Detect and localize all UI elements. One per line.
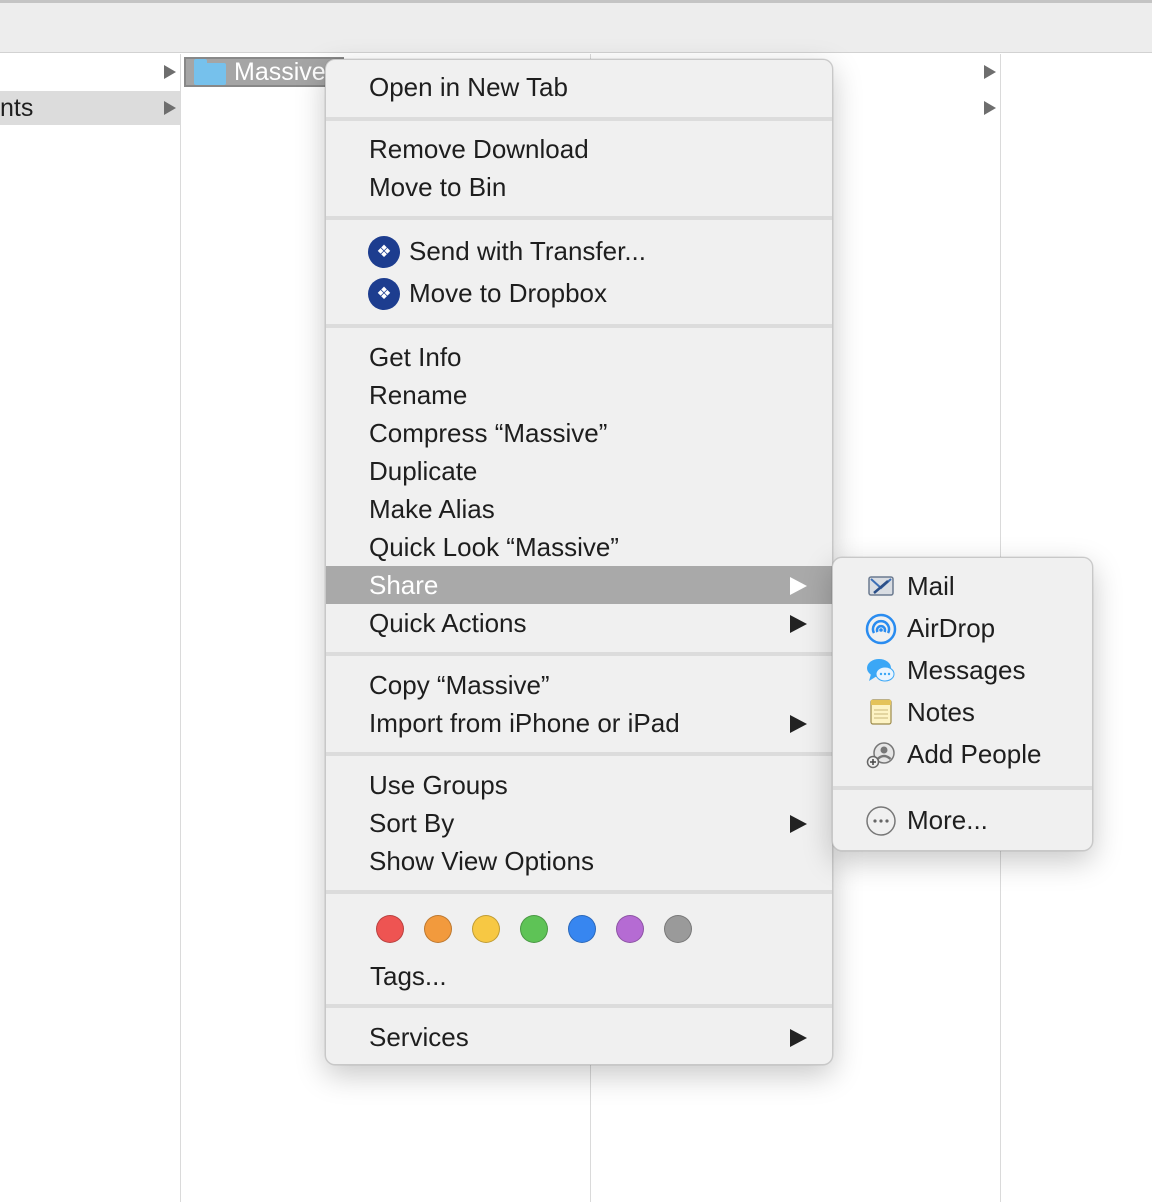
menu-item-sort-by[interactable]: Sort By: [326, 804, 832, 842]
menu-item-send-with-transfer[interactable]: ❖ Send with Transfer...: [326, 232, 832, 270]
menu-item-label: Duplicate: [369, 456, 478, 486]
disclosure-arrow-icon: [164, 65, 176, 79]
notes-icon: [865, 697, 897, 729]
finder-toolbar: [0, 0, 1152, 53]
menu-item-label: Move to Bin: [369, 172, 507, 202]
menu-item-label: Use Groups: [369, 770, 508, 800]
menu-separator: [326, 324, 832, 328]
menu-item-label: Show View Options: [369, 846, 594, 876]
menu-item-label: Tags...: [370, 961, 447, 991]
menu-item-move-to-dropbox[interactable]: ❖ Move to Dropbox: [326, 274, 832, 312]
submenu-arrow-icon: [790, 577, 807, 595]
share-item-mail[interactable]: Mail: [833, 566, 1092, 606]
menu-separator: [326, 752, 832, 756]
menu-item-label: Share: [369, 570, 439, 600]
menu-separator: [326, 652, 832, 656]
share-item-messages[interactable]: Messages: [833, 650, 1092, 690]
menu-separator: [326, 890, 832, 894]
submenu-arrow-icon: [790, 715, 807, 733]
menu-item-open-in-new-tab[interactable]: Open in New Tab: [326, 68, 832, 106]
menu-item-remove-download[interactable]: Remove Download: [326, 130, 832, 168]
tag-green[interactable]: [520, 915, 548, 943]
share-item-airdrop[interactable]: AirDrop: [833, 608, 1092, 648]
menu-item-rename[interactable]: Rename: [326, 376, 832, 414]
menu-item-label: Quick Actions: [369, 608, 527, 638]
share-item-label: More...: [907, 805, 988, 835]
menu-item-label: Rename: [369, 380, 468, 410]
mail-icon: [865, 571, 897, 603]
disclosure-arrow-icon[interactable]: [984, 101, 996, 115]
tag-yellow[interactable]: [472, 915, 500, 943]
share-item-label: Add People: [907, 739, 1042, 769]
column-row[interactable]: [0, 55, 180, 89]
menu-separator: [326, 117, 832, 121]
menu-item-services[interactable]: Services: [326, 1018, 832, 1056]
submenu-arrow-icon: [790, 1029, 807, 1047]
menu-item-show-view-options[interactable]: Show View Options: [326, 842, 832, 880]
share-item-add-people[interactable]: Add People: [833, 734, 1092, 774]
submenu-arrow-icon: [790, 815, 807, 833]
menu-item-label: Remove Download: [369, 134, 589, 164]
column-row-selected[interactable]: nts: [0, 91, 180, 125]
share-item-label: Notes: [907, 697, 975, 727]
disclosure-arrow-icon: [164, 101, 176, 115]
tag-blue[interactable]: [568, 915, 596, 943]
menu-item-move-to-bin[interactable]: Move to Bin: [326, 168, 832, 206]
menu-item-get-info[interactable]: Get Info: [326, 338, 832, 376]
menu-item-compress[interactable]: Compress “Massive”: [326, 414, 832, 452]
dropbox-icon: ❖: [368, 236, 400, 268]
tag-orange[interactable]: [424, 915, 452, 943]
menu-item-label: Make Alias: [369, 494, 495, 524]
airdrop-icon: [865, 613, 897, 645]
menu-item-copy[interactable]: Copy “Massive”: [326, 666, 832, 704]
share-item-more[interactable]: More...: [833, 800, 1092, 840]
dropbox-icon: ❖: [368, 278, 400, 310]
menu-item-label: Move to Dropbox: [409, 278, 607, 308]
menu-item-make-alias[interactable]: Make Alias: [326, 490, 832, 528]
tag-gray[interactable]: [664, 915, 692, 943]
add-people-icon: [865, 739, 897, 771]
menu-item-label: Send with Transfer...: [409, 236, 647, 266]
menu-item-import-from-iphone[interactable]: Import from iPhone or iPad: [326, 704, 832, 742]
menu-item-quick-look[interactable]: Quick Look “Massive”: [326, 528, 832, 566]
menu-item-duplicate[interactable]: Duplicate: [326, 452, 832, 490]
messages-icon: [865, 655, 897, 687]
share-item-label: Mail: [907, 571, 955, 601]
menu-item-label: Open in New Tab: [369, 72, 568, 102]
share-item-label: AirDrop: [907, 613, 996, 643]
disclosure-arrow-icon[interactable]: [984, 65, 996, 79]
menu-item-label: Import from iPhone or iPad: [369, 708, 680, 738]
menu-item-label: Get Info: [369, 342, 462, 372]
context-menu: Open in New Tab Remove Download Move to …: [325, 59, 833, 1065]
share-item-notes[interactable]: Notes: [833, 692, 1092, 732]
submenu-arrow-icon: [790, 615, 807, 633]
more-ellipsis-icon: [865, 805, 897, 837]
menu-separator: [326, 1004, 832, 1008]
column-divider[interactable]: [180, 54, 181, 1202]
share-submenu: Mail AirDrop Messages Notes Add People M…: [832, 557, 1093, 851]
menu-item-label: Quick Look “Massive”: [369, 532, 619, 562]
tag-red[interactable]: [376, 915, 404, 943]
menu-item-quick-actions[interactable]: Quick Actions: [326, 604, 832, 642]
selected-folder-massive[interactable]: Massive: [184, 57, 344, 87]
menu-item-label: Services: [369, 1022, 469, 1052]
menu-item-tags[interactable]: Tags...: [326, 957, 832, 995]
row-label: nts: [0, 94, 34, 122]
menu-item-label: Compress “Massive”: [369, 418, 608, 448]
menu-item-label: Sort By: [369, 808, 455, 838]
folder-icon: [194, 59, 226, 85]
menu-item-share[interactable]: Share: [326, 566, 832, 604]
folder-name: Massive: [234, 58, 326, 86]
menu-item-use-groups[interactable]: Use Groups: [326, 766, 832, 804]
menu-separator: [326, 216, 832, 220]
share-item-label: Messages: [907, 655, 1026, 685]
menu-item-label: Copy “Massive”: [369, 670, 550, 700]
menu-separator: [833, 786, 1092, 790]
tag-purple[interactable]: [616, 915, 644, 943]
